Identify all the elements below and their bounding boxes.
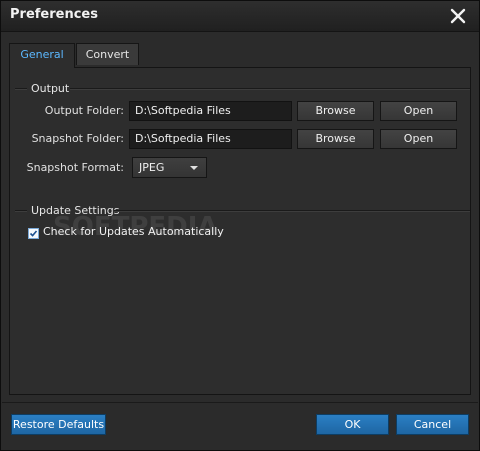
preferences-window: Preferences General Convert Output Outpu… <box>0 0 480 451</box>
output-folder-label: Output Folder: <box>44 104 124 117</box>
chevron-down-icon <box>190 166 198 170</box>
output-rule-left <box>15 88 27 90</box>
ok-button[interactable]: OK <box>316 414 389 435</box>
update-group-label: Update Settings <box>31 204 120 217</box>
snapshot-format-select[interactable]: JPEG <box>132 157 207 178</box>
auto-update-label[interactable]: Check for Updates Automatically <box>43 225 224 238</box>
close-icon <box>450 8 466 24</box>
output-open-button[interactable]: Open <box>380 101 457 121</box>
close-button[interactable] <box>447 5 469 27</box>
title-bar: Preferences <box>1 1 479 32</box>
cancel-button[interactable]: Cancel <box>396 414 469 435</box>
check-icon <box>29 230 38 237</box>
tab-convert[interactable]: Convert <box>76 43 139 65</box>
update-rule-left <box>15 210 27 212</box>
output-browse-button[interactable]: Browse <box>297 101 374 121</box>
tab-bar: General Convert <box>9 43 471 68</box>
output-group-label: Output <box>31 82 70 95</box>
snapshot-folder-field[interactable]: D:\Softpedia Files <box>129 129 292 149</box>
output-folder-field[interactable]: D:\Softpedia Files <box>129 101 292 121</box>
snapshot-format-label: Snapshot Format: <box>26 161 124 174</box>
snapshot-folder-label: Snapshot Folder: <box>31 132 124 145</box>
auto-update-checkbox[interactable] <box>28 228 39 239</box>
restore-defaults-button[interactable]: Restore Defaults <box>11 414 106 435</box>
snapshot-format-value: JPEG <box>139 161 165 174</box>
snapshot-browse-button[interactable]: Browse <box>297 129 374 149</box>
general-panel: Output Output Folder: D:\Softpedia Files… <box>9 67 471 395</box>
footer-divider <box>2 402 478 403</box>
output-rule-right <box>70 88 470 90</box>
update-rule-right <box>114 210 470 212</box>
tab-general[interactable]: General <box>9 43 75 68</box>
window-title: Preferences <box>10 7 98 22</box>
snapshot-open-button[interactable]: Open <box>380 129 457 149</box>
